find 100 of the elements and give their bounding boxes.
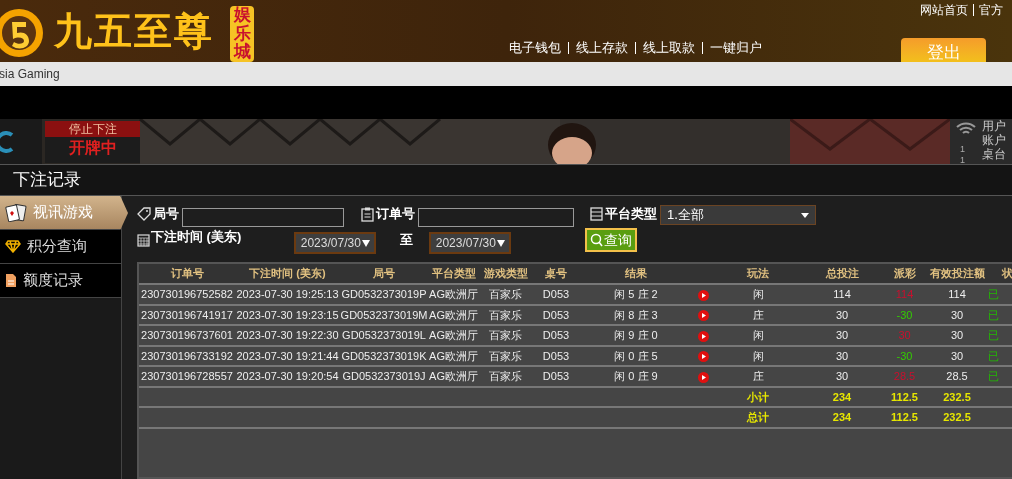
table-cell: -30 [882, 304, 927, 325]
table-cell: 30 [802, 304, 882, 325]
table-cell: 114 [882, 284, 927, 305]
sidebar-item[interactable]: 额度记录 [0, 264, 121, 298]
table-cell: 百家乐 [479, 366, 532, 387]
table-cell: D053 [532, 304, 580, 325]
logo-tag: 娱乐城 [230, 6, 254, 62]
table-cell: 230730196752582 [139, 284, 235, 305]
table-cell: 114 [927, 284, 987, 305]
wifi-icon [956, 122, 976, 136]
table-cell: 百家乐 [479, 345, 532, 366]
column-header: 订单号 [139, 264, 235, 284]
info-label: 桌台 [982, 148, 1006, 161]
table-cell: 230730196733192 [139, 345, 235, 366]
round-input[interactable] [182, 207, 344, 227]
table-cell: GD0532373019M [340, 304, 428, 325]
table-cell: 28.5 [927, 366, 987, 387]
search-icon [590, 233, 604, 247]
nav-link[interactable]: 电子钱包 [509, 38, 561, 58]
table-cell: 2023-07-30 19:22:30 [235, 325, 340, 346]
platform-select[interactable]: 1.全部 [660, 205, 816, 225]
table-cell: 30 [882, 325, 927, 346]
table-cell: AG欧洲厅 [428, 304, 479, 325]
table-cell: 230730196741917 [139, 304, 235, 325]
table-cell: AG欧洲厅 [428, 345, 479, 366]
info-label: 账户 [982, 134, 1006, 147]
table-cell: 230730196737601 [139, 325, 235, 346]
status-label: 停止下注 [45, 121, 140, 137]
column-header: 状 [987, 264, 1012, 284]
table-cell: 闲 0 庄 5 [580, 345, 692, 366]
column-header: 下注时间 (美东) [235, 264, 340, 284]
column-header: 局号 [340, 264, 428, 284]
nav-link[interactable]: 线上取款 [643, 38, 695, 58]
table-cell: AG欧洲厅 [428, 366, 479, 387]
field-label: 平台类型 [605, 205, 657, 224]
table-cell: 2023-07-30 19:23:15 [235, 304, 340, 325]
table-cell: 闲 8 庄 3 [580, 304, 692, 325]
table-cell: GD0532373019K [340, 345, 428, 366]
table-cell: D053 [532, 345, 580, 366]
status-cell: 已 [987, 366, 1012, 387]
table-cell: 232.5 [927, 407, 987, 428]
table-cell: AG欧洲厅 [428, 284, 479, 305]
table-cell: 112.5 [882, 386, 927, 407]
top-link[interactable]: 网站首页 [920, 1, 968, 19]
sidebar-item[interactable]: 积分查询 [0, 230, 121, 264]
table-cell: 闲 9 庄 0 [580, 325, 692, 346]
table-cell: 闲 5 庄 2 [580, 284, 692, 305]
counter-text: 1 [960, 143, 965, 156]
document-icon [5, 273, 17, 288]
play-icon[interactable] [697, 351, 709, 363]
ag-logo-icon [0, 131, 14, 153]
range-label: 至 [400, 231, 414, 250]
field-label: 下注时间 (美东) [151, 228, 242, 246]
table-cell: 2023-07-30 19:25:13 [235, 284, 340, 305]
status-cell: 已 [987, 345, 1012, 366]
column-header: 游戏类型 [479, 264, 532, 284]
table-cell: 百家乐 [479, 304, 532, 325]
table-cell: GD0532373019J [340, 366, 428, 387]
modal-title: 下注记录 [13, 169, 81, 192]
table-cell: 30 [802, 325, 882, 346]
playing-cards-icon [5, 203, 27, 222]
nav-link[interactable]: 一键归户 [710, 38, 762, 58]
play-icon[interactable] [697, 289, 709, 301]
date-field[interactable]: 2023/07/30 [294, 232, 377, 254]
nav-link[interactable]: 线上存款 [576, 38, 628, 58]
play-icon[interactable] [697, 371, 709, 383]
info-label: 用户 [982, 120, 1006, 133]
column-header: 结果 [580, 264, 692, 284]
play-icon[interactable] [697, 310, 709, 322]
summary-label: 总计 [714, 407, 802, 428]
table-cell: 百家乐 [479, 284, 532, 305]
status-cell: 已 [987, 284, 1012, 305]
status-cell: 已 [987, 304, 1012, 325]
top-link[interactable]: 官方 [979, 1, 1003, 19]
order-input[interactable] [418, 207, 574, 227]
caret-icon [361, 239, 370, 247]
field-label: 订单号 [376, 205, 415, 224]
table-cell: 庄 [714, 366, 802, 387]
status-cell: 已 [987, 325, 1012, 346]
table-cell: 234 [802, 386, 882, 407]
date-field[interactable]: 2023/07/30 [429, 232, 512, 254]
table-cell: 2023-07-30 19:21:44 [235, 345, 340, 366]
table-cell: 30 [802, 366, 882, 387]
table-cell: 30 [802, 345, 882, 366]
clipboard-icon [361, 206, 374, 222]
table-cell: 114 [802, 284, 882, 305]
column-header: 派彩 [882, 264, 927, 284]
table-cell: 234 [802, 407, 882, 428]
table-cell: 112.5 [882, 407, 927, 428]
column-header: 平台类型 [428, 264, 479, 284]
calendar-icon [137, 233, 150, 247]
play-icon[interactable] [697, 330, 709, 342]
table-cell: 30 [927, 325, 987, 346]
table-cell: 闲 [714, 284, 802, 305]
table-cell: GD0532373019L [340, 325, 428, 346]
table-cell: 28.5 [882, 366, 927, 387]
caret-icon [496, 239, 505, 247]
column-header: 有效投注额 [927, 264, 987, 284]
table-cell: D053 [532, 284, 580, 305]
table-cell: D053 [532, 325, 580, 346]
